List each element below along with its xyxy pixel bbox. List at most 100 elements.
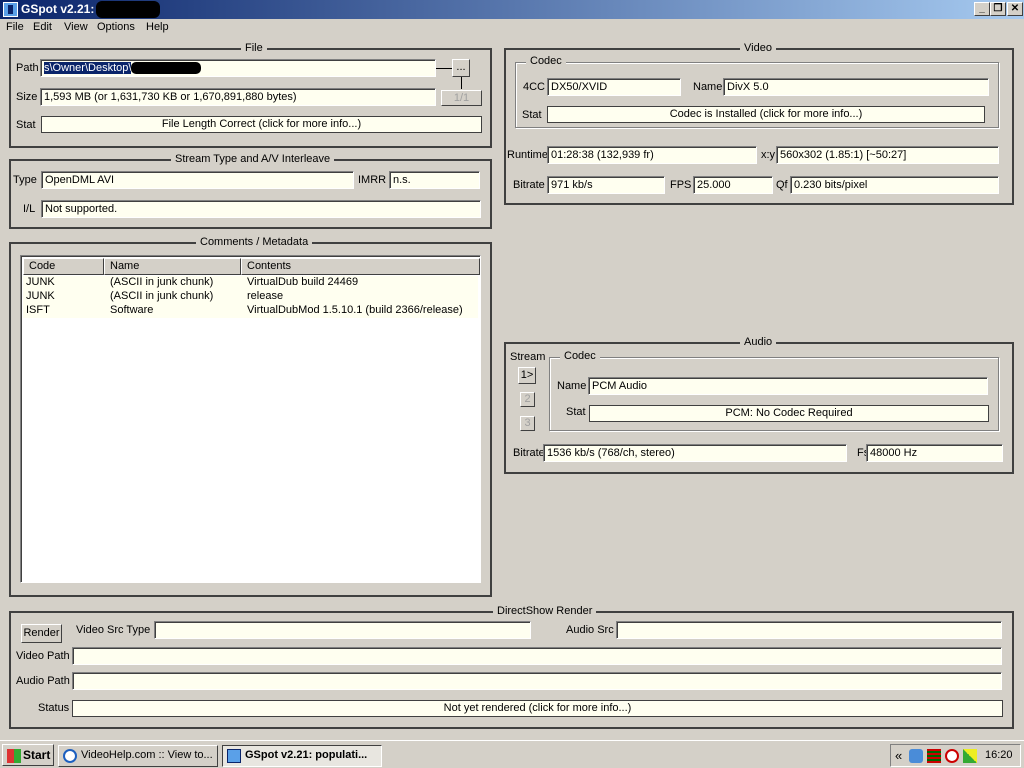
- table-row[interactable]: JUNK (ASCII in junk chunk) release: [23, 290, 478, 304]
- fps-field[interactable]: 25.000: [693, 176, 773, 194]
- minimize-button[interactable]: _: [974, 2, 990, 16]
- network-icon[interactable]: [909, 749, 923, 763]
- cell-code: ISFT: [26, 304, 50, 316]
- cell-name: Software: [110, 304, 154, 316]
- audio-src-field[interactable]: [616, 621, 1002, 639]
- task-label: GSpot v2.21: populati...: [245, 749, 368, 761]
- app-icon[interactable]: [3, 2, 18, 17]
- video-bitrate-label: Bitrate: [513, 179, 545, 191]
- audio-path-field[interactable]: [72, 672, 1002, 690]
- column-header-name[interactable]: Name: [104, 258, 241, 275]
- video-bitrate-field[interactable]: 971 kb/s: [547, 176, 665, 194]
- menu-file[interactable]: File: [6, 21, 24, 33]
- file-stat-label: Stat: [16, 119, 36, 131]
- title-bar[interactable]: GSpot v2.21: _ ❐ ✕: [0, 0, 1024, 19]
- size-field[interactable]: 1,593 MB (or 1,631,730 KB or 1,670,891,8…: [40, 88, 436, 106]
- audio-stat-label: Stat: [566, 406, 586, 418]
- antivirus-icon[interactable]: [945, 749, 959, 763]
- taskbar: Start VideoHelp.com :: View to... GSpot …: [0, 740, 1024, 768]
- column-header-code[interactable]: Code: [23, 258, 104, 275]
- start-label: Start: [23, 748, 51, 762]
- browse-button[interactable]: ...: [452, 59, 470, 77]
- file-counter[interactable]: 1/1: [441, 90, 482, 106]
- audio-stream-3-button[interactable]: 3: [520, 416, 535, 431]
- column-header-contents[interactable]: Contents: [241, 258, 480, 275]
- render-status-button[interactable]: Not yet rendered (click for more info...…: [72, 700, 1003, 717]
- path-field[interactable]: s\Owner\Desktop\: [40, 59, 436, 77]
- file-legend: File: [241, 42, 267, 54]
- qf-label: Qf: [776, 179, 788, 191]
- audio-stat-button[interactable]: PCM: No Codec Required: [589, 405, 989, 422]
- xy-field[interactable]: 560x302 (1.85:1) [~50:27]: [776, 146, 999, 164]
- size-label: Size: [16, 91, 38, 103]
- render-button[interactable]: Render: [21, 624, 62, 643]
- il-field[interactable]: Not supported.: [41, 200, 481, 218]
- video-stat-button[interactable]: Codec is Installed (click for more info.…: [547, 106, 985, 123]
- cell-code: JUNK: [26, 290, 55, 302]
- fourcc-label: 4CC: [523, 81, 546, 93]
- comments-legend: Comments / Metadata: [196, 236, 313, 248]
- audio-src-label: Audio Src: [566, 624, 614, 636]
- audio-stream-label: Stream: [510, 351, 546, 363]
- browse-connector: [461, 77, 462, 89]
- cell-name: (ASCII in junk chunk): [110, 276, 214, 288]
- stream-group: Stream Type and A/V Interleave: [9, 153, 492, 229]
- type-label: Type: [13, 174, 37, 186]
- clock[interactable]: 16:20: [985, 749, 1013, 761]
- close-button[interactable]: ✕: [1007, 2, 1023, 16]
- render-status-label: Status: [38, 702, 70, 714]
- taskbar-button-gspot[interactable]: GSpot v2.21: populati...: [222, 745, 382, 767]
- menu-edit[interactable]: Edit: [33, 21, 52, 33]
- table-row[interactable]: JUNK (ASCII in junk chunk) VirtualDub bu…: [23, 276, 478, 290]
- audio-bitrate-field[interactable]: 1536 kb/s (768/ch, stereo): [543, 444, 847, 462]
- system-tray: « 16:20: [890, 744, 1021, 767]
- file-stat-button[interactable]: File Length Correct (click for more info…: [41, 116, 482, 133]
- cell-contents: VirtualDub build 24469: [247, 276, 359, 288]
- video-codec-legend: Codec: [526, 55, 566, 67]
- path-connector: [436, 68, 453, 69]
- app-tray-icon[interactable]: [963, 749, 977, 763]
- meter-icon[interactable]: [927, 749, 941, 763]
- directshow-legend: DirectShow Render: [493, 605, 597, 617]
- video-legend: Video: [740, 42, 776, 54]
- menu-help[interactable]: Help: [146, 21, 169, 33]
- taskbar-button-videohelp[interactable]: VideoHelp.com :: View to...: [58, 745, 218, 767]
- audio-stream-2-button[interactable]: 2: [520, 392, 535, 407]
- audio-path-label: Audio Path: [16, 675, 70, 687]
- audio-codec-legend: Codec: [560, 350, 600, 362]
- cell-contents: VirtualDubMod 1.5.10.1 (build 2366/relea…: [247, 304, 463, 316]
- menu-view[interactable]: View: [64, 21, 88, 33]
- windows-logo-icon: [7, 749, 21, 763]
- table-row[interactable]: ISFT Software VirtualDubMod 1.5.10.1 (bu…: [23, 304, 478, 318]
- video-path-field[interactable]: [72, 647, 1002, 665]
- type-field[interactable]: OpenDML AVI: [41, 171, 354, 189]
- start-button[interactable]: Start: [2, 744, 54, 766]
- il-label: I/L: [23, 203, 36, 215]
- cell-code: JUNK: [26, 276, 55, 288]
- comments-list[interactable]: Code Name Contents JUNK (ASCII in junk c…: [20, 255, 481, 583]
- cell-name: (ASCII in junk chunk): [110, 290, 214, 302]
- maximize-button[interactable]: ❐: [990, 2, 1006, 16]
- imrr-field[interactable]: n.s.: [389, 171, 480, 189]
- video-name-field[interactable]: DivX 5.0: [723, 78, 989, 96]
- audio-name-field[interactable]: PCM Audio: [588, 377, 988, 395]
- menu-options[interactable]: Options: [97, 21, 135, 33]
- video-src-type-field[interactable]: [154, 621, 531, 639]
- xy-label: x:y: [761, 149, 776, 161]
- audio-stream-1-button[interactable]: 1>: [518, 367, 536, 384]
- qf-field[interactable]: 0.230 bits/pixel: [790, 176, 999, 194]
- audio-legend: Audio: [740, 336, 777, 348]
- task-label: VideoHelp.com :: View to...: [81, 749, 213, 761]
- fps-label: FPS: [670, 179, 692, 191]
- tray-expand-button[interactable]: «: [895, 748, 902, 763]
- stream-legend: Stream Type and A/V Interleave: [171, 153, 335, 165]
- fs-field[interactable]: 48000 Hz: [866, 444, 1003, 462]
- video-path-label: Video Path: [16, 650, 70, 662]
- runtime-field[interactable]: 01:28:38 (132,939 fr): [547, 146, 757, 164]
- path-value: s\Owner\Desktop\: [44, 62, 132, 74]
- video-stat-label: Stat: [522, 109, 542, 121]
- fourcc-field[interactable]: DX50/XVID: [547, 78, 681, 96]
- audio-name-label: Name: [557, 380, 587, 392]
- video-src-type-label: Video Src Type: [76, 624, 151, 636]
- cell-contents: release: [247, 290, 284, 302]
